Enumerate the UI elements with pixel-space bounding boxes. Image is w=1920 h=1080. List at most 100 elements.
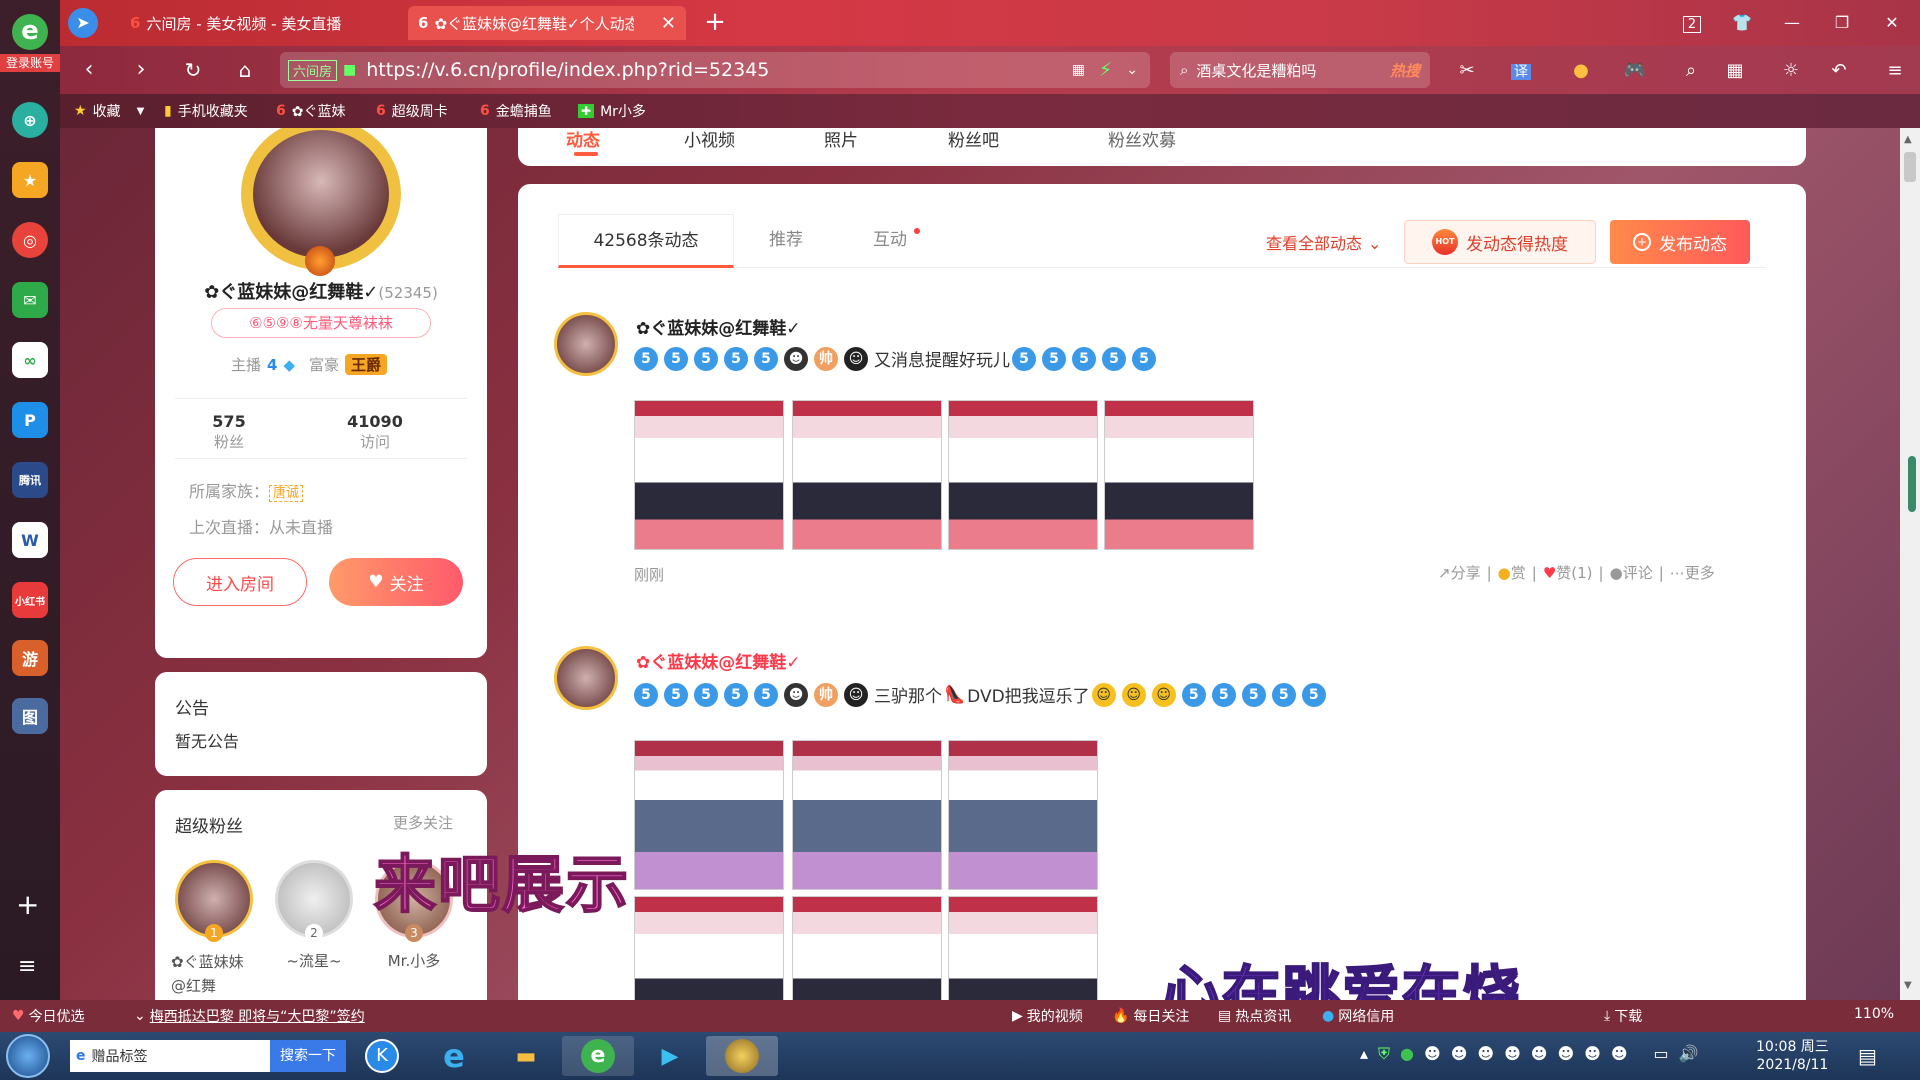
login-account-button[interactable]: 登录账号 <box>0 54 60 72</box>
tab-counter-button[interactable]: 2 <box>1672 8 1712 38</box>
lightning-icon[interactable]: ⚡ <box>1099 59 1112 81</box>
volume-icon[interactable]: 🔊 <box>1679 1044 1699 1064</box>
more-button[interactable]: ⋯更多 <box>1670 562 1715 583</box>
zoom-level[interactable]: 110% <box>1854 1006 1894 1022</box>
tab-2[interactable]: 6 ✿ぐ蓝妹妹@红舞鞋✓个人动态 ✕ <box>408 6 686 40</box>
reward-button[interactable]: ●赏 <box>1498 562 1526 583</box>
post-1-avatar[interactable] <box>554 312 618 376</box>
status-daily-focus[interactable]: 🔥 每日关注 <box>1112 1006 1189 1026</box>
post-2-image-1[interactable] <box>634 740 784 890</box>
qq-icon[interactable]: ☻ <box>1504 1044 1521 1064</box>
post-2-image-6[interactable] <box>948 896 1098 1000</box>
taskbar-avatar-app[interactable] <box>706 1036 778 1076</box>
tray-up-icon[interactable]: ▴ <box>1360 1044 1368 1064</box>
menu-icon[interactable]: ≡ <box>1880 56 1910 86</box>
search-box[interactable]: ⌕ 酒桌文化是糟粕吗 热搜 <box>1170 52 1430 88</box>
sidebar-item-xiaohongshu[interactable]: 小红书 <box>12 582 48 618</box>
coin-icon[interactable]: ● <box>1566 56 1596 86</box>
tab-fan-recruit[interactable]: 粉丝欢募 <box>1108 128 1176 151</box>
qq-icon[interactable]: ☻ <box>1611 1044 1628 1064</box>
post-1-image-1[interactable] <box>634 400 784 550</box>
superfan-1-name[interactable]: ✿ぐ蓝妹妹@红舞 <box>171 950 253 998</box>
sidebar-item-favorites[interactable]: ★ <box>12 162 48 198</box>
qq-icon[interactable]: ☻ <box>1424 1044 1441 1064</box>
post-2-author[interactable]: ✿ぐ蓝妹妹@红舞鞋✓ <box>636 648 801 673</box>
family-badge[interactable]: 唐诚 <box>269 485 304 502</box>
superfans-more-link[interactable]: 更多关注 <box>393 812 453 833</box>
status-download[interactable]: ⤓ 下载 <box>1604 1006 1642 1026</box>
minimize-button[interactable]: — <box>1772 8 1812 38</box>
qq-icon[interactable]: ☻ <box>1477 1044 1494 1064</box>
bookmark-weekly-card[interactable]: 6 超级周卡 <box>376 98 448 124</box>
game-icon[interactable]: 🎮 <box>1620 56 1650 86</box>
superfan-2-name[interactable]: ~流星~ <box>265 950 363 971</box>
follow-button[interactable]: ♥ 关注 <box>329 558 463 606</box>
status-hot-news[interactable]: ▤ 热点资讯 <box>1218 1006 1291 1026</box>
address-bar[interactable]: 六间房 ■ https://v.6.cn/profile/index.php?r… <box>280 52 1150 88</box>
back-button[interactable]: ‹ <box>74 55 104 85</box>
sidebar-item-cloud[interactable]: ∞ <box>12 342 48 378</box>
network-icon[interactable]: ▭ <box>1654 1044 1669 1064</box>
taskbar-search-button[interactable]: 搜索一下 <box>270 1040 346 1072</box>
post-2-image-5[interactable] <box>792 896 942 1000</box>
forward-button[interactable]: › <box>126 55 156 85</box>
status-my-video[interactable]: ▶ 我的视频 <box>1012 1006 1083 1026</box>
qq-icon[interactable]: ☻ <box>1531 1044 1548 1064</box>
shield-icon[interactable]: ⛨ <box>1378 1044 1390 1064</box>
close-tab-icon[interactable]: ✕ <box>661 13 676 34</box>
post-2-image-3[interactable] <box>948 740 1098 890</box>
qq-icon[interactable]: ☻ <box>1557 1044 1574 1064</box>
headline-link[interactable]: ⌄ 梅西抵达巴黎 即将与“大巴黎”签约 <box>134 1006 365 1026</box>
apps-grid-icon[interactable]: ▦ <box>1720 56 1750 86</box>
translate-icon[interactable]: 译 <box>1506 56 1536 86</box>
scroll-thumb[interactable] <box>1904 152 1916 182</box>
taskbar-player[interactable]: ▶ <box>634 1036 706 1076</box>
wechat-icon[interactable]: ● <box>1400 1044 1414 1064</box>
comment-button[interactable]: ●评论 <box>1610 562 1653 583</box>
side-scroll-handle[interactable] <box>1908 456 1916 512</box>
like-button[interactable]: ♥赞(1) <box>1543 562 1593 583</box>
browser-logo[interactable]: e <box>12 14 48 50</box>
brightness-icon[interactable]: ☼ <box>1776 56 1806 86</box>
sidebar-menu-button[interactable]: ≡ <box>18 954 36 979</box>
post-2-image-2[interactable] <box>792 740 942 890</box>
status-credit[interactable]: ● 网络信用 <box>1322 1006 1394 1026</box>
view-all-link[interactable]: 查看全部动态 ⌄ <box>1266 230 1381 254</box>
dropdown-icon[interactable]: ⌄ <box>1126 62 1138 78</box>
visit-stat[interactable]: 41090 访问 <box>335 412 415 452</box>
skin-icon[interactable]: 👕 <box>1722 8 1762 38</box>
scroll-down-icon[interactable]: ▼ <box>1904 980 1912 991</box>
post-2-avatar[interactable] <box>554 646 618 710</box>
sidebar-item-mail[interactable]: ✉ <box>12 282 48 318</box>
post-1-image-3[interactable] <box>948 400 1098 550</box>
feed-tab-interact[interactable]: 互动 <box>838 214 942 268</box>
start-button[interactable] <box>6 1034 50 1078</box>
enter-room-button[interactable]: 进入房间 <box>173 558 307 606</box>
tab-photos[interactable]: 照片 <box>824 128 858 151</box>
fans-stat[interactable]: 575 粉丝 <box>199 412 259 452</box>
sidebar-item-news[interactable]: 腾讯 <box>12 462 48 498</box>
hot-post-button[interactable]: HOT 发动态得热度 <box>1404 220 1596 264</box>
post-2-image-4[interactable] <box>634 896 784 1000</box>
superfan-3-name[interactable]: Mr.小多 <box>365 950 463 971</box>
tab-short-video[interactable]: 小视频 <box>684 128 735 151</box>
bookmark-profile[interactable]: 6 ✿ぐ蓝妹 <box>276 98 345 124</box>
qq-icon[interactable]: ☻ <box>1584 1044 1601 1064</box>
sidebar-item-word[interactable]: W <box>12 522 48 558</box>
sidebar-item-weibo[interactable]: ◎ <box>12 222 48 258</box>
maximize-button[interactable]: ❐ <box>1822 8 1862 38</box>
taskbar-browser[interactable]: e <box>562 1036 634 1076</box>
page-scrollbar[interactable]: ▲ ▼ <box>1900 128 1920 1000</box>
undo-icon[interactable]: ↶ <box>1824 56 1854 86</box>
sidebar-item-picture[interactable]: 图 <box>12 698 48 734</box>
taskbar-explorer[interactable]: ▬ <box>490 1036 562 1076</box>
publish-button[interactable]: + 发布动态 <box>1610 220 1750 264</box>
share-button[interactable]: ↗分享 <box>1438 562 1481 583</box>
bookmark-favorites[interactable]: ★ 收藏 ▼ <box>74 98 144 124</box>
hot-search-label[interactable]: 热搜 <box>1390 60 1420 81</box>
feed-tab-recommend[interactable]: 推荐 <box>734 214 838 268</box>
scroll-up-icon[interactable]: ▲ <box>1904 134 1912 145</box>
refresh-button[interactable]: ↻ <box>178 55 208 85</box>
sidebar-item-add[interactable]: ⊕ <box>12 102 48 138</box>
close-window-button[interactable]: ✕ <box>1872 8 1912 38</box>
